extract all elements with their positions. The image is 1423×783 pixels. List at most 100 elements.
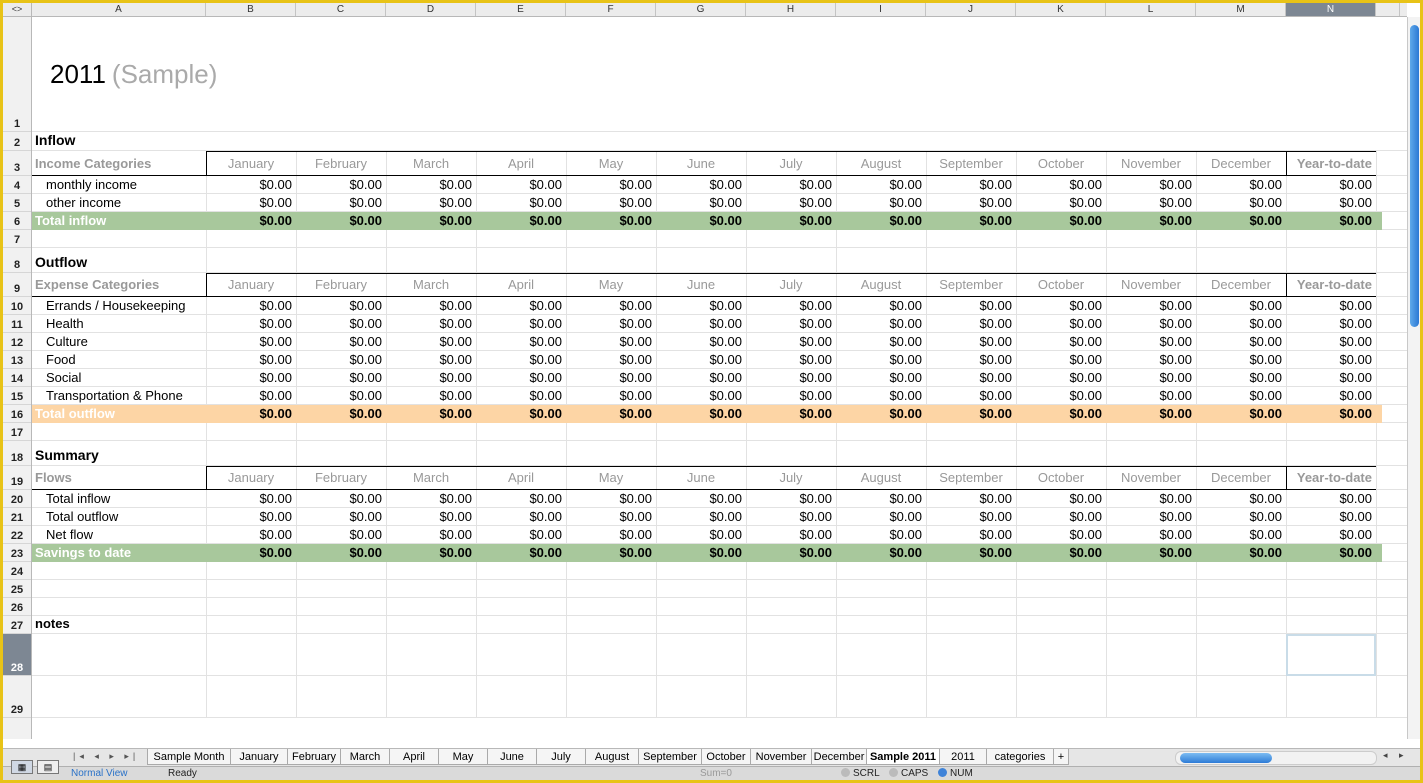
sheet-tab-july[interactable]: July bbox=[536, 749, 586, 765]
month-header-october: October bbox=[1037, 470, 1085, 485]
status-sum: Sum=0 bbox=[700, 768, 732, 779]
summary-value-cell: $0.00 bbox=[619, 509, 652, 524]
column-header-n[interactable]: N bbox=[1286, 3, 1376, 16]
sheet-tab-april[interactable]: April bbox=[389, 749, 439, 765]
outflow-value-cell: $0.00 bbox=[439, 316, 472, 331]
outflow-value-cell: $0.00 bbox=[259, 388, 292, 403]
sheet-tab-categories[interactable]: categories bbox=[986, 749, 1054, 765]
row-header-27[interactable]: 27 bbox=[3, 616, 31, 634]
outflow-value-cell: $0.00 bbox=[979, 316, 1012, 331]
outflow-value-cell: $0.00 bbox=[709, 334, 742, 349]
row-header-11[interactable]: 11 bbox=[3, 315, 31, 333]
sheet-tab-september[interactable]: September bbox=[638, 749, 702, 765]
row-header-22[interactable]: 22 bbox=[3, 526, 31, 544]
horizontal-scroll-thumb[interactable] bbox=[1180, 753, 1272, 763]
row-header-15[interactable]: 15 bbox=[3, 387, 31, 405]
outflow-value-cell: $0.00 bbox=[619, 334, 652, 349]
inflow-value-cell: $0.00 bbox=[439, 195, 472, 210]
tab-scroll-arrows[interactable]: |◂ ◂ ▸ ▸| bbox=[73, 751, 139, 762]
month-header-december: December bbox=[1211, 277, 1271, 292]
column-header-a[interactable]: A bbox=[32, 3, 206, 16]
sheet-grid[interactable]: 2011 (Sample) Inflow Income Categories Janu… bbox=[32, 17, 1407, 739]
row-header-12[interactable]: 12 bbox=[3, 333, 31, 351]
sheet-tab-february[interactable]: February bbox=[287, 749, 341, 765]
sheet-tab-june[interactable]: June bbox=[487, 749, 537, 765]
select-all-corner[interactable]: <> bbox=[3, 3, 32, 16]
row-header-16[interactable]: 16 bbox=[3, 405, 31, 423]
row-header-21[interactable]: 21 bbox=[3, 508, 31, 526]
grid-hline bbox=[32, 579, 1407, 580]
outflow-value-cell: $0.00 bbox=[979, 334, 1012, 349]
normal-view-icon[interactable]: ▦ bbox=[11, 760, 33, 774]
column-header-g[interactable]: G bbox=[656, 3, 746, 16]
row-header-18[interactable]: 18 bbox=[3, 441, 31, 466]
row-header-29[interactable]: 29 bbox=[3, 676, 31, 718]
row-header-3[interactable]: 3 bbox=[3, 151, 31, 176]
row-header-4[interactable]: 4 bbox=[3, 176, 31, 194]
row-header-26[interactable]: 26 bbox=[3, 598, 31, 616]
row-header-25[interactable]: 25 bbox=[3, 580, 31, 598]
row-header-8[interactable]: 8 bbox=[3, 248, 31, 273]
add-sheet-button[interactable]: + bbox=[1053, 749, 1069, 765]
row-header-13[interactable]: 13 bbox=[3, 351, 31, 369]
inflow-total-cell: $0.00 bbox=[259, 213, 292, 228]
inflow-value-cell: $0.00 bbox=[1249, 195, 1282, 210]
column-header-k[interactable]: K bbox=[1016, 3, 1106, 16]
row-header-28[interactable]: 28 bbox=[3, 634, 31, 676]
column-header-i[interactable]: I bbox=[836, 3, 926, 16]
sheet-tab-october[interactable]: October bbox=[701, 749, 751, 765]
grid-vline bbox=[926, 151, 927, 718]
month-header-november: November bbox=[1121, 156, 1181, 171]
scroll-right-arrow-icon[interactable]: ▸ bbox=[1399, 750, 1404, 761]
row-header-20[interactable]: 20 bbox=[3, 490, 31, 508]
row-header-19[interactable]: 19 bbox=[3, 466, 31, 490]
sheet-tab-november[interactable]: November bbox=[750, 749, 812, 765]
selected-cell[interactable] bbox=[1286, 634, 1376, 676]
outflow-value-cell: $0.00 bbox=[979, 388, 1012, 403]
inflow-value-cell: $0.00 bbox=[619, 195, 652, 210]
row-header-24[interactable]: 24 bbox=[3, 562, 31, 580]
sheet-tab-january[interactable]: January bbox=[230, 749, 288, 765]
row-header-17[interactable]: 17 bbox=[3, 423, 31, 441]
row-header-6[interactable]: 6 bbox=[3, 212, 31, 230]
row-header-7[interactable]: 7 bbox=[3, 230, 31, 248]
sheet-tab-2011[interactable]: 2011 bbox=[939, 749, 987, 765]
column-header-c[interactable]: C bbox=[296, 3, 386, 16]
horizontal-scrollbar[interactable] bbox=[1175, 751, 1377, 765]
column-header-e[interactable]: E bbox=[476, 3, 566, 16]
vertical-scroll-thumb[interactable] bbox=[1410, 25, 1419, 327]
row-header-10[interactable]: 10 bbox=[3, 297, 31, 315]
grid-vline bbox=[296, 151, 297, 718]
column-header-h[interactable]: H bbox=[746, 3, 836, 16]
column-header-l[interactable]: L bbox=[1106, 3, 1196, 16]
inflow-value-cell: $0.00 bbox=[529, 195, 562, 210]
sheet-tab-sample-month[interactable]: Sample Month bbox=[147, 749, 231, 765]
month-header-september: September bbox=[939, 277, 1003, 292]
summary-row-label: Net flow bbox=[46, 527, 93, 542]
outflow-value-cell: $0.00 bbox=[1339, 334, 1372, 349]
sheet-tab-march[interactable]: March bbox=[340, 749, 390, 765]
month-header-may: May bbox=[598, 156, 624, 171]
row-header-9[interactable]: 9 bbox=[3, 273, 31, 297]
scroll-left-arrow-icon[interactable]: ◂ bbox=[1383, 750, 1388, 761]
row-header-5[interactable]: 5 bbox=[3, 194, 31, 212]
inflow-value-cell: $0.00 bbox=[349, 195, 382, 210]
vertical-scrollbar[interactable] bbox=[1407, 17, 1420, 739]
column-header-m[interactable]: M bbox=[1196, 3, 1286, 16]
page-layout-view-icon[interactable]: ▤ bbox=[37, 760, 59, 774]
row-header-2[interactable]: 2 bbox=[3, 132, 31, 151]
row-header-23[interactable]: 23 bbox=[3, 544, 31, 562]
column-header-j[interactable]: J bbox=[926, 3, 1016, 16]
month-header-february: February bbox=[314, 470, 368, 485]
sheet-tab-december[interactable]: December bbox=[811, 749, 867, 765]
row-header-14[interactable]: 14 bbox=[3, 369, 31, 387]
sheet-tab-sample-2011[interactable]: Sample 2011 bbox=[866, 749, 940, 765]
column-header-f[interactable]: F bbox=[566, 3, 656, 16]
sheet-tab-august[interactable]: August bbox=[585, 749, 639, 765]
grid-vline bbox=[386, 151, 387, 718]
sheet-tab-may[interactable]: May bbox=[438, 749, 488, 765]
row-header-1[interactable]: 1 bbox=[3, 17, 31, 132]
summary-value-cell: $0.00 bbox=[439, 491, 472, 506]
column-header-b[interactable]: B bbox=[206, 3, 296, 16]
column-header-d[interactable]: D bbox=[386, 3, 476, 16]
